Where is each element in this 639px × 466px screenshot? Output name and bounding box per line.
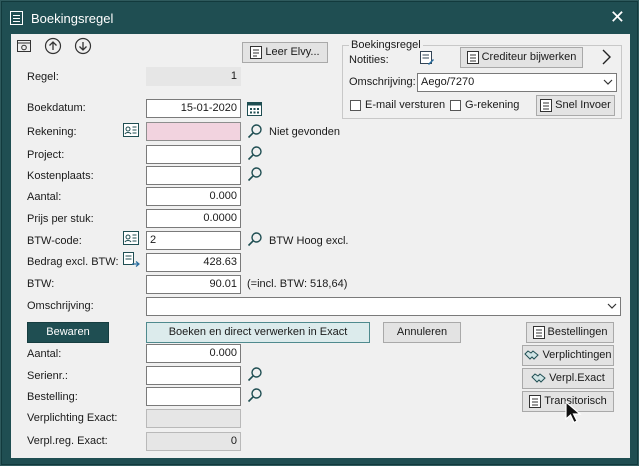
account-card-icon[interactable]	[123, 123, 139, 137]
bestellingen-label: Bestellingen	[547, 326, 608, 338]
mouse-cursor-icon	[564, 401, 584, 425]
notities-label: Notities:	[349, 54, 389, 66]
rekening-input[interactable]	[146, 122, 241, 141]
leer-elvy-button[interactable]: Leer Elvy...	[242, 42, 328, 63]
verplichting-exact-label: Verplichting Exact:	[27, 412, 118, 424]
aantal-input[interactable]: 0.000	[146, 187, 241, 206]
snel-invoer-label: Snel Invoer	[555, 99, 611, 111]
aantal-label: Aantal:	[27, 191, 62, 203]
notes-edit-icon[interactable]	[419, 50, 435, 66]
arrow-down-icon[interactable]	[74, 37, 92, 55]
btw-code-input[interactable]: 2	[146, 231, 241, 250]
leer-elvy-label: Leer Elvy...	[265, 46, 320, 58]
kostenplaats-search-icon[interactable]	[247, 166, 263, 182]
close-icon[interactable]: ✕	[610, 7, 625, 27]
order-list-icon	[532, 325, 545, 339]
bestelling-search-icon[interactable]	[247, 387, 263, 403]
project-label: Project:	[27, 149, 65, 161]
bedrag-label: Bedrag excl. BTW:	[27, 256, 119, 268]
crediteur-label: Crediteur bijwerken	[481, 51, 577, 63]
prijs-input[interactable]: 0.0000	[146, 209, 241, 228]
serienr-search-icon[interactable]	[247, 366, 263, 382]
g-rekening-checkbox[interactable]	[450, 100, 461, 111]
omschrijving-select[interactable]	[146, 297, 621, 316]
group-omschrijving-select[interactable]: Aego/7270	[417, 73, 617, 92]
prijs-label: Prijs per stuk:	[27, 213, 94, 225]
lower-aantal-input[interactable]: 0.000	[146, 344, 241, 363]
lower-aantal-label: Aantal:	[27, 348, 62, 360]
app-icon	[10, 11, 23, 25]
dialog-window: Boekingsregel ✕ Leer Elvy... Boekingsreg…	[1, 1, 638, 465]
crediteur-bijwerken-button[interactable]: Crediteur bijwerken	[460, 47, 583, 68]
verpl-exact-button[interactable]: Verpl.Exact	[522, 368, 614, 389]
learn-icon	[250, 45, 263, 59]
transitory-document-icon	[529, 394, 542, 408]
group-legend: Boekingsregel	[351, 39, 421, 51]
kostenplaats-input[interactable]	[146, 166, 241, 185]
g-rekening-label: G-rekening	[465, 99, 520, 111]
rekening-search-icon[interactable]	[247, 123, 263, 139]
serienr-label: Serienr.:	[27, 370, 68, 382]
regel-value: 1	[146, 67, 241, 86]
email-versturen-label: E-mail versturen	[365, 99, 446, 111]
rekening-status: Niet gevonden	[269, 126, 340, 138]
bestelling-input[interactable]	[146, 387, 241, 406]
dialog-body: Leer Elvy... Boekingsregel Notities: Cre…	[11, 34, 630, 458]
omschrijving-chevron-down-icon	[607, 303, 617, 310]
boekdatum-input[interactable]: 15-01-2020	[146, 99, 241, 118]
btw-input[interactable]: 90.01	[146, 275, 241, 294]
kostenplaats-label: Kostenplaats:	[27, 170, 94, 182]
boeken-verwerken-button[interactable]: Boeken en direct verwerken in Exact	[146, 322, 370, 343]
window-title: Boekingsregel	[31, 11, 114, 26]
annuleren-button[interactable]: Annuleren	[383, 322, 461, 343]
project-search-icon[interactable]	[247, 145, 263, 161]
snel-invoer-button[interactable]: Snel Invoer	[536, 95, 615, 116]
email-versturen-checkbox[interactable]	[350, 100, 361, 111]
verplreg-exact-field: 0	[146, 432, 241, 451]
btw-label: BTW:	[27, 278, 55, 290]
handshake-exact-icon	[531, 372, 546, 384]
btw-incl-note: (=incl. BTW: 518,64)	[247, 278, 348, 290]
project-input[interactable]	[146, 145, 241, 164]
group-omschrijving-value: Aego/7270	[421, 76, 475, 88]
bestelling-label: Bestelling:	[27, 391, 78, 403]
verplreg-exact-label: Verpl.reg. Exact:	[27, 435, 108, 447]
chevron-down-icon	[603, 79, 613, 86]
btw-code-description: BTW Hoog excl.	[269, 235, 349, 247]
settings-icon[interactable]	[16, 38, 32, 54]
bedrag-input[interactable]: 428.63	[146, 253, 241, 272]
bestellingen-button[interactable]: Bestellingen	[526, 322, 614, 343]
verplichting-exact-field	[146, 409, 241, 428]
chevron-right-icon[interactable]	[600, 48, 612, 66]
handshake-icon	[524, 349, 540, 361]
bewaren-button[interactable]: Bewaren	[27, 322, 109, 343]
document-icon	[466, 50, 479, 64]
verplichtingen-button[interactable]: Verplichtingen	[522, 345, 614, 366]
calendar-icon[interactable]	[247, 101, 262, 116]
regel-label: Regel:	[27, 71, 59, 83]
btw-card-icon[interactable]	[123, 231, 139, 245]
btw-code-label: BTW-code:	[27, 235, 82, 247]
calculator-swap-icon[interactable]	[123, 252, 140, 268]
serienr-input[interactable]	[146, 366, 241, 385]
arrow-up-icon[interactable]	[44, 37, 62, 55]
btw-code-search-icon[interactable]	[247, 231, 263, 247]
quick-entry-icon	[540, 98, 553, 112]
verplichtingen-label: Verplichtingen	[542, 349, 612, 361]
verpl-exact-label: Verpl.Exact	[549, 372, 605, 384]
rekening-label: Rekening:	[27, 126, 77, 138]
group-omschrijving-label: Omschrijving:	[349, 76, 416, 88]
omschrijving-label: Omschrijving:	[27, 300, 94, 312]
boekdatum-label: Boekdatum:	[27, 102, 86, 114]
title-bar[interactable]: Boekingsregel ✕	[2, 2, 637, 34]
